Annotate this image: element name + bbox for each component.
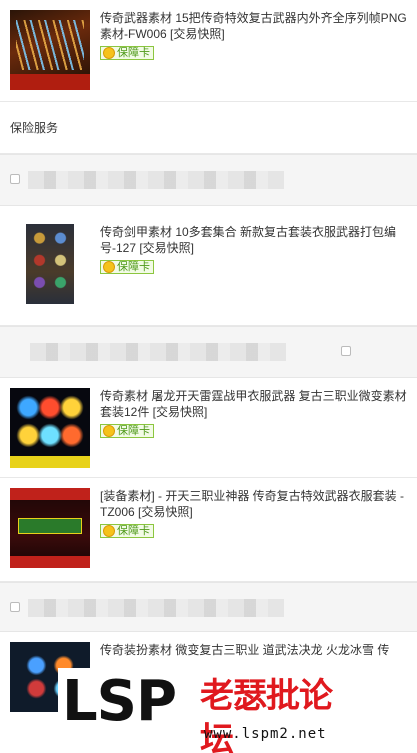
product-title[interactable]: 传奇装扮素材 微变复古三职业 道武法决龙 火龙冰雪 传 bbox=[100, 642, 407, 658]
insurance-service[interactable]: 保险服务 bbox=[0, 102, 417, 154]
shop-header[interactable] bbox=[0, 154, 417, 206]
guarantee-badge: 保障卡 bbox=[100, 424, 154, 438]
product-thumbnail[interactable] bbox=[26, 224, 74, 304]
guarantee-badge: 保障卡 bbox=[100, 260, 154, 274]
shop-header[interactable] bbox=[0, 582, 417, 632]
select-checkbox[interactable] bbox=[10, 602, 20, 612]
product-title[interactable]: 传奇武器素材 15把传奇特效复古武器内外齐全序列帧PNG素材-FW006 [交易… bbox=[100, 10, 407, 42]
product-title[interactable]: 传奇剑甲素材 10多套集合 新款复古套装衣服武器打包编号-127 [交易快照] bbox=[100, 224, 407, 256]
coin-icon bbox=[103, 425, 115, 437]
guarantee-badge: 保障卡 bbox=[100, 524, 154, 538]
order-item[interactable]: 传奇武器素材 15把传奇特效复古武器内外齐全序列帧PNG素材-FW006 [交易… bbox=[0, 0, 417, 102]
guarantee-label: 保障卡 bbox=[117, 525, 150, 537]
product-thumbnail[interactable] bbox=[10, 488, 90, 568]
order-item[interactable]: 传奇素材 屠龙开天雷霆战甲衣服武器 复古三职业微变素材套装12件 [交易快照] … bbox=[0, 378, 417, 478]
guarantee-label: 保障卡 bbox=[117, 425, 150, 437]
select-checkbox[interactable] bbox=[10, 174, 20, 184]
product-title[interactable]: 传奇素材 屠龙开天雷霆战甲衣服武器 复古三职业微变素材套装12件 [交易快照] bbox=[100, 388, 407, 420]
product-thumbnail[interactable] bbox=[10, 388, 90, 468]
blurred-shop-name bbox=[28, 171, 284, 189]
blurred-shop-name bbox=[28, 599, 284, 617]
insurance-label: 保险服务 bbox=[10, 121, 59, 135]
select-checkbox[interactable] bbox=[341, 346, 351, 356]
order-item[interactable]: 传奇剑甲素材 10多套集合 新款复古套装衣服武器打包编号-127 [交易快照] … bbox=[0, 206, 417, 326]
product-thumbnail[interactable] bbox=[10, 10, 90, 90]
guarantee-badge: 保障卡 bbox=[100, 46, 154, 60]
watermark-logo: LSP bbox=[62, 669, 177, 734]
coin-icon bbox=[103, 261, 115, 273]
shop-header[interactable] bbox=[0, 326, 417, 378]
guarantee-label: 保障卡 bbox=[117, 261, 150, 273]
coin-icon bbox=[103, 525, 115, 537]
order-item[interactable]: [装备素材] - 开天三职业神器 传奇复古特效武器衣服套装 - TZ006 [交… bbox=[0, 478, 417, 582]
guarantee-label: 保障卡 bbox=[117, 47, 150, 59]
site-watermark: LSP 老瑟批论坛 www.lspm2.net bbox=[58, 668, 360, 753]
product-title[interactable]: [装备素材] - 开天三职业神器 传奇复古特效武器衣服套装 - TZ006 [交… bbox=[100, 488, 407, 520]
coin-icon bbox=[103, 47, 115, 59]
blurred-shop-name bbox=[30, 343, 286, 361]
watermark-url: www.lspm2.net bbox=[204, 726, 327, 742]
